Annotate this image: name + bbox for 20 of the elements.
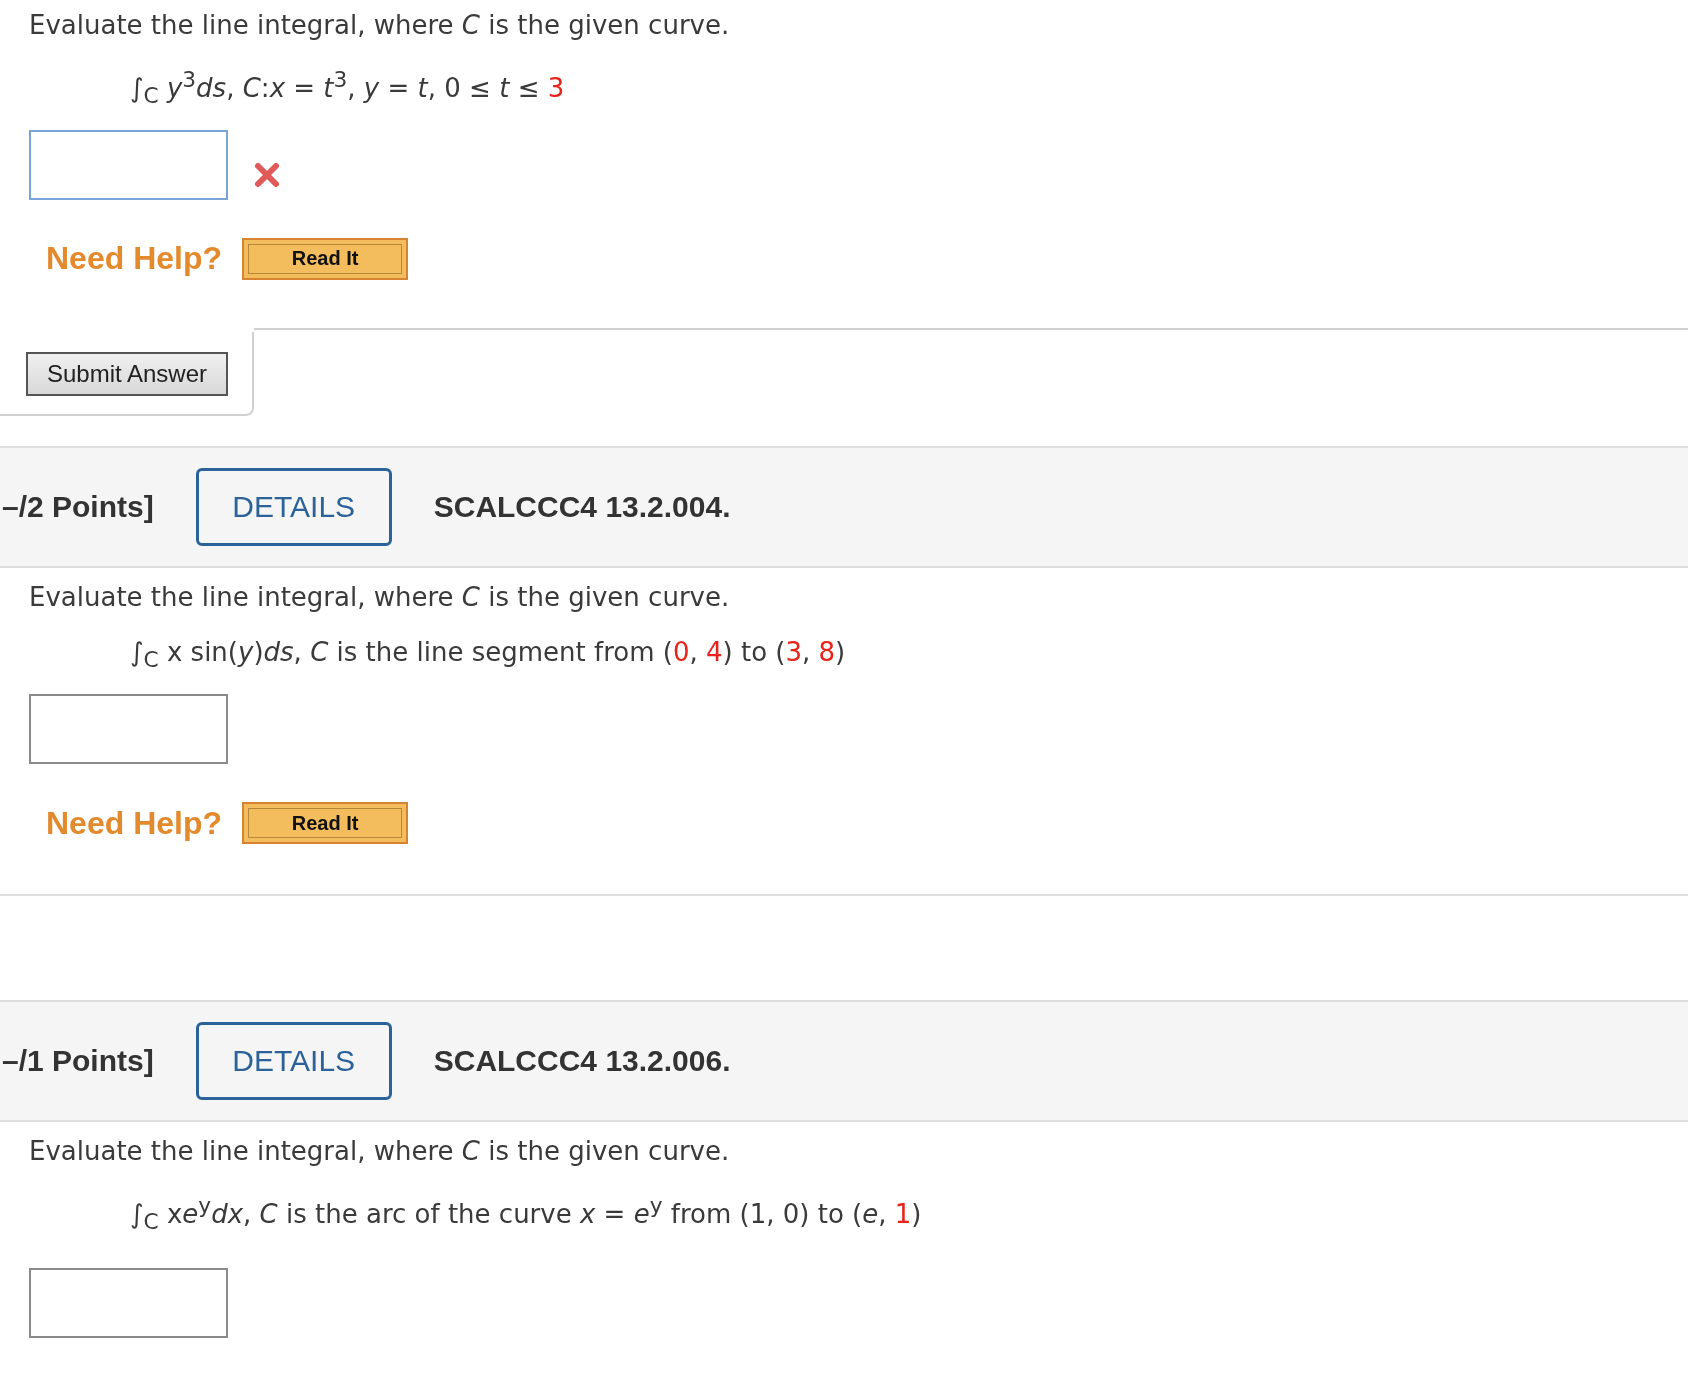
answer-field[interactable] (29, 694, 228, 765)
need-help-label: Need Help? (46, 804, 223, 842)
answer-field[interactable] (29, 129, 228, 200)
points-label: –/1 Points] (2, 1044, 154, 1079)
formula-text: ∫$_{C}$ x sin(y)ds, C is the line segment from (0, 4) to (3, 8) (130, 635, 847, 675)
details-button[interactable]: DETAILS (195, 467, 392, 546)
formula-text: ∫$_{C}$ y$^{3}$ds, C:x = t$^{3}$, y = t, 0 ≤ t ≤ 3 (130, 66, 566, 110)
submit-answer-button[interactable]: Submit Answer (26, 351, 228, 396)
read-it-button[interactable]: Read It (242, 237, 409, 280)
question-prompt: Evaluate the line integral, where C is the given curve. (29, 580, 731, 614)
need-help-label: Need Help? (46, 240, 223, 278)
details-button[interactable]: DETAILS (195, 1022, 392, 1101)
question-prompt: Evaluate the line integral, where C is the given curve. (29, 9, 731, 42)
question-code: SCALCCC4 13.2.006. (433, 1044, 731, 1079)
read-it-button[interactable]: Read It (242, 802, 409, 845)
formula-text: ∫$_{C}$ xe$^{y}$dx, C is the arc of the curve x = e$^{y}$ from (1, 0) to (e, 1) (130, 1192, 923, 1236)
points-label: –/2 Points] (2, 489, 154, 524)
question-prompt: Evaluate the line integral, where C is the given curve. (29, 1135, 731, 1169)
answer-field[interactable] (29, 1267, 228, 1338)
question-code: SCALCCC4 13.2.004. (433, 489, 731, 524)
